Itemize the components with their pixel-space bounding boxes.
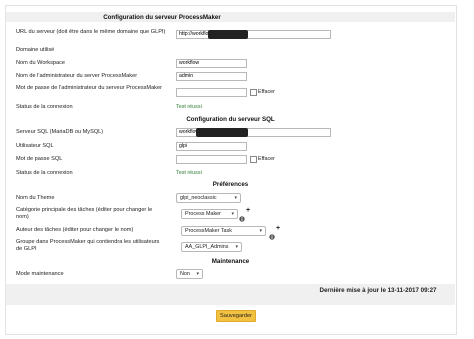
add-author-plus-icon[interactable]: + [276, 225, 280, 232]
pm-status-label: Status de la connexion [16, 104, 73, 110]
group-select[interactable]: AA_GLPI_Admins ▾ [181, 242, 242, 252]
save-button[interactable]: Sauvegarder [216, 310, 256, 322]
category-select-value: Process Maker [185, 211, 221, 217]
workspace-input[interactable]: workflow [176, 59, 247, 68]
theme-select-value: glpi_neoclassic [180, 195, 217, 201]
sql-status-label: Status de la connexion [16, 170, 73, 176]
add-category-plus-icon[interactable]: + [246, 207, 250, 214]
pm-erase-checkbox[interactable] [250, 89, 257, 96]
sql-erase-label: Effacer [258, 156, 275, 162]
info-icon[interactable] [239, 209, 245, 227]
author-select[interactable]: ProcessMaker Task ▾ [181, 226, 266, 236]
sql-password-input[interactable] [176, 155, 247, 164]
chevron-down-icon: ▾ [234, 195, 237, 201]
sql-server-label: Serveur SQL (MariaDB ou MySQL) [16, 129, 104, 135]
author-label: Auteur des tâches (éditer pour changer l… [16, 227, 134, 233]
maintenance-mode-value: Non [180, 271, 190, 277]
sql-user-input[interactable]: glpi [176, 142, 247, 151]
workspace-label: Nom du Workspace [16, 60, 66, 66]
redaction-mark [208, 30, 248, 39]
chevron-down-icon: ▾ [259, 228, 262, 234]
pm-status-value: Test réussi [176, 104, 202, 110]
theme-select[interactable]: glpi_neoclassic ▾ [176, 193, 241, 203]
group-label: Groupe dans ProcessMaker qui contiendra … [16, 239, 160, 252]
chevron-down-icon: ▾ [231, 211, 234, 217]
chevron-down-icon: ▾ [196, 271, 199, 277]
sql-password-label: Mot de passe SQL [16, 156, 63, 162]
sql-user-label: Utilisateur SQL [16, 143, 54, 149]
author-select-value: ProcessMaker Task [185, 228, 232, 234]
maintenance-mode-label: Mode maintenance [16, 271, 64, 277]
url-label: URL du serveur (doit être dans le même d… [16, 29, 166, 35]
admin-input[interactable]: admin [176, 72, 247, 81]
redaction-mark [196, 128, 248, 137]
maintenance-mode-select[interactable]: Non ▾ [176, 269, 203, 279]
sql-status-value: Test réussi [176, 170, 202, 176]
pm-erase-label: Effacer [258, 89, 275, 95]
sql-section-title: Configuration du serveur SQL [186, 116, 275, 123]
maintenance-section-title: Maintenance [211, 258, 250, 265]
url-input[interactable]: http://workflow [176, 30, 331, 39]
group-select-value: AA_GLPI_Admins [185, 244, 229, 250]
chevron-down-icon: ▾ [235, 244, 238, 250]
category-select[interactable]: Process Maker ▾ [181, 209, 238, 219]
theme-label: Nom du Theme [16, 195, 55, 201]
pm-password-input[interactable] [176, 88, 247, 97]
last-update-text: Dernière mise à jour le 13-11-2017 09:27 [319, 287, 437, 294]
domain-label: Domaine utilisé [16, 47, 55, 53]
sql-erase-checkbox[interactable] [250, 156, 257, 163]
info-icon[interactable] [269, 227, 275, 245]
preferences-section-title: Préférences [212, 181, 249, 188]
pm-section-title: Configuration du serveur ProcessMaker [103, 14, 221, 21]
admin-label: Nom de l'administrateur du server Proces… [16, 73, 138, 79]
category-label: Catégorie principale des tâches (éditer … [16, 207, 153, 220]
pm-password-label: Mot de passe de l'administrateur du serv… [16, 85, 162, 91]
